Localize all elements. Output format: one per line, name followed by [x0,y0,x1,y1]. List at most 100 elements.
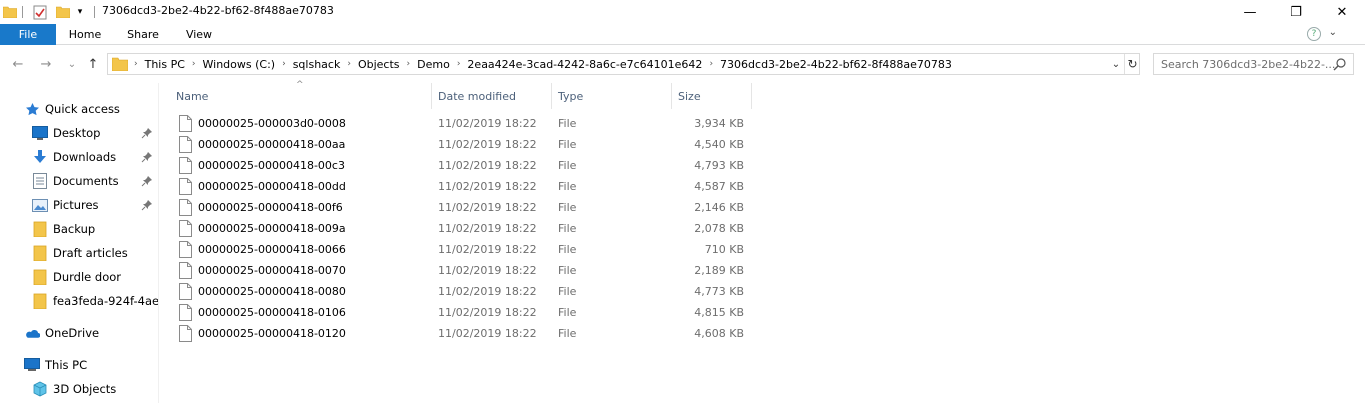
documents-icon [32,173,48,189]
sidebar-item-fea3feda[interactable]: fea3feda-924f-4aee- [0,290,159,312]
file-date-modified: 11/02/2019 18:22 [438,264,537,277]
file-size: 2,146 KB [694,201,744,214]
table-row[interactable]: 00000025-00000418-00aa 11/02/2019 18:22 Fi… [160,134,1365,155]
table-row[interactable]: 00000025-00000418-0066 11/02/2019 18:22 Fi… [160,239,1365,260]
file-name: 00000025-00000418-00dd [198,180,346,193]
file-date-modified: 11/02/2019 18:22 [438,285,537,298]
tab-home[interactable]: Home [63,24,107,45]
address-dropdown-button[interactable]: ⌄ [1108,54,1124,74]
pin-icon [141,151,153,163]
file-date-modified: 11/02/2019 18:22 [438,201,537,214]
breadcrumb-separator[interactable]: › [188,59,200,69]
file-type: File [558,117,577,130]
breadcrumb-demo[interactable]: Demo [414,58,453,71]
file-name: 00000025-00000418-0080 [198,285,346,298]
breadcrumb-objects[interactable]: Objects [355,58,403,71]
breadcrumb-parent-guid[interactable]: 2eaa424e-3cad-4242-8a6c-e7c64101e642 [464,58,705,71]
column-header-label: Name [176,89,209,103]
up-button[interactable]: ↑ [83,55,103,73]
file-name: 00000025-00000418-0066 [198,243,346,256]
file-name: 00000025-00000418-0120 [198,327,346,340]
sidebar-item-documents[interactable]: Documents [0,170,158,192]
new-folder-icon[interactable] [55,3,71,21]
column-header-label: Date modified [438,89,516,103]
breadcrumb-separator[interactable]: › [403,59,415,69]
table-row[interactable]: 00000025-000003d0-0008 11/02/2019 18:22 Fi… [160,113,1365,134]
file-name: 00000025-00000418-00f6 [198,201,343,214]
breadcrumb-separator[interactable]: › [343,59,355,69]
breadcrumb-separator[interactable]: › [130,59,142,69]
table-row[interactable]: 00000025-00000418-0080 11/02/2019 18:22 Fi… [160,281,1365,302]
file-size: 2,078 KB [694,222,744,235]
divider [91,3,97,21]
sidebar-item-onedrive[interactable]: OneDrive [0,322,158,344]
tab-file[interactable]: File [0,24,56,45]
pin-icon [141,199,153,211]
properties-icon[interactable] [30,3,50,21]
sidebar-item-this-pc[interactable]: This PC [0,354,158,376]
sidebar-item-pictures[interactable]: Pictures [0,194,158,216]
sidebar-item-downloads[interactable]: Downloads [0,146,158,168]
download-icon [32,149,48,165]
breadcrumb-sqlshack[interactable]: sqlshack [290,58,344,71]
breadcrumb-separator[interactable]: › [453,59,465,69]
navigation-pane: Quick access Desktop Downloads Documents… [0,83,159,403]
file-type: File [558,222,577,235]
breadcrumb-windows-c[interactable]: Windows (C:) [200,58,279,71]
back-button[interactable]: ← [8,55,28,73]
window-title: 7306dcd3-2be2-4b22-bf62-8f488ae70783 [102,4,334,17]
sidebar-item-label: Quick access [45,102,120,116]
table-row[interactable]: 00000025-00000418-009a 11/02/2019 18:22 Fi… [160,218,1365,239]
expand-ribbon-icon[interactable]: ⌄ [1329,27,1337,38]
file-name: 00000025-00000418-009a [198,222,346,235]
folder-icon [111,57,129,72]
table-row[interactable]: 00000025-00000418-00f6 11/02/2019 18:22 Fi… [160,197,1365,218]
table-row[interactable]: 00000025-00000418-0070 11/02/2019 18:22 Fi… [160,260,1365,281]
cloud-icon [24,325,40,341]
search-input[interactable]: Search 7306dcd3-2be2-4b22-... [1153,53,1354,75]
address-bar[interactable]: › This PC › Windows (C:) › sqlshack › Ob… [107,53,1140,75]
table-row[interactable]: 00000025-00000418-0120 11/02/2019 18:22 Fi… [160,323,1365,344]
column-header-name[interactable]: ^ Name [160,80,432,109]
file-type: File [558,201,577,214]
help-icon[interactable]: ? [1307,27,1321,41]
maximize-button[interactable]: ❐ [1273,0,1319,24]
refresh-button[interactable]: ↻ [1124,54,1140,74]
file-type: File [558,243,577,256]
file-date-modified: 11/02/2019 18:22 [438,117,537,130]
breadcrumb-separator[interactable]: › [278,59,290,69]
recent-locations-button[interactable]: ⌄ [62,55,82,73]
close-button[interactable]: ✕ [1319,0,1365,24]
file-name: 00000025-000003d0-0008 [198,117,346,130]
sidebar-item-label: Pictures [53,198,99,212]
sidebar-item-label: fea3feda-924f-4aee- [53,294,159,308]
customize-toolbar-icon[interactable]: ▾ [73,3,87,21]
minimize-button[interactable]: — [1227,0,1273,24]
table-row[interactable]: 00000025-00000418-00dd 11/02/2019 18:22 Fi… [160,176,1365,197]
file-type: File [558,138,577,151]
sidebar-item-desktop[interactable]: Desktop [0,122,158,144]
sidebar-item-durdle-door[interactable]: Durdle door [0,266,158,288]
file-date-modified: 11/02/2019 18:22 [438,222,537,235]
column-header-size[interactable]: Size [672,83,752,109]
column-header-label: Type [558,89,584,103]
table-row[interactable]: 00000025-00000418-00c3 11/02/2019 18:22 Fi… [160,155,1365,176]
file-size: 2,189 KB [694,264,744,277]
table-row[interactable]: 00000025-00000418-0106 11/02/2019 18:22 Fi… [160,302,1365,323]
column-header-date[interactable]: Date modified [432,83,552,109]
forward-button[interactable]: → [36,55,56,73]
sidebar-item-quick-access[interactable]: Quick access [0,98,158,120]
breadcrumb-this-pc[interactable]: This PC [142,58,188,71]
column-header-type[interactable]: Type [552,83,672,109]
tab-share[interactable]: Share [121,24,165,45]
breadcrumb-current-guid[interactable]: 7306dcd3-2be2-4b22-bf62-8f488ae70783 [717,58,955,71]
sidebar-item-draft-articles[interactable]: Draft articles [0,242,158,264]
file-size: 4,540 KB [694,138,744,151]
sidebar-item-backup[interactable]: Backup [0,218,158,240]
breadcrumb-separator[interactable]: › [705,59,717,69]
sidebar-item-3d-objects[interactable]: 3D Objects [0,378,158,400]
file-date-modified: 11/02/2019 18:22 [438,138,537,151]
file-name: 00000025-00000418-0106 [198,306,346,319]
search-icon [1333,57,1347,71]
tab-view[interactable]: View [177,24,221,45]
